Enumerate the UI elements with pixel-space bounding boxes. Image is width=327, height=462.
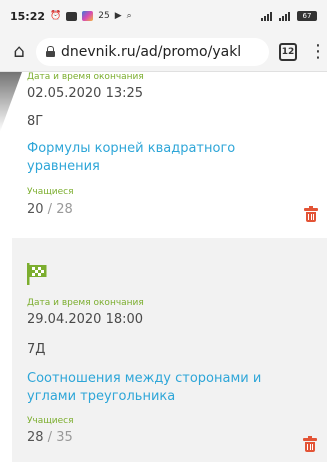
assignment-card: Дата и время окончания 02.05.2020 13:25 … bbox=[0, 72, 327, 232]
end-datetime-label: Дата и время окончания bbox=[27, 72, 144, 82]
search-icon: ⌕ bbox=[126, 11, 132, 21]
topic-link[interactable]: Формулы корней квадратного уравнения bbox=[27, 140, 235, 176]
signal-icon-2 bbox=[279, 11, 293, 21]
tab-switcher-button[interactable]: 12 bbox=[279, 42, 297, 61]
lock-icon bbox=[46, 46, 55, 57]
students-done: 28 bbox=[27, 430, 44, 445]
address-bar[interactable]: dnevnik.ru/ad/promo/yakl bbox=[36, 37, 269, 66]
message-icon bbox=[66, 11, 78, 21]
checkered-flag-icon bbox=[27, 263, 47, 285]
battery-icon: 67 bbox=[297, 11, 317, 21]
alarm-icon: ⏰ bbox=[50, 11, 62, 21]
topic-line-2: углами треугольника bbox=[27, 389, 176, 404]
students-count: 20 / 28 bbox=[27, 202, 73, 217]
signal-icon bbox=[261, 11, 275, 21]
status-bar: 15:22 ⏰ 25 ▶ ⌕ 67 bbox=[0, 0, 327, 32]
students-count: 28 / 35 bbox=[27, 430, 73, 445]
topic-line-2: уравнения bbox=[27, 159, 100, 174]
status-left: 15:22 ⏰ 25 ▶ ⌕ bbox=[10, 10, 132, 23]
students-total: 28 bbox=[56, 202, 73, 217]
end-datetime: 29.04.2020 18:00 bbox=[27, 312, 144, 327]
more-menu-button[interactable]: ⋮ bbox=[309, 42, 327, 61]
play-icon: ▶ bbox=[114, 11, 122, 21]
students-label: Учащиеся bbox=[27, 416, 74, 426]
end-datetime-label: Дата и время окончания bbox=[27, 298, 144, 308]
home-button[interactable]: ⌂ bbox=[8, 41, 30, 63]
topic-link[interactable]: Соотношения между сторонами и углами тре… bbox=[27, 370, 261, 406]
students-done: 20 bbox=[27, 202, 44, 217]
delete-trash-icon[interactable] bbox=[303, 436, 317, 452]
browser-toolbar: ⌂ dnevnik.ru/ad/promo/yakl 12 ⋮ bbox=[0, 32, 327, 72]
students-total: 35 bbox=[56, 430, 73, 445]
photos-icon bbox=[82, 11, 94, 21]
class-name: 7Д bbox=[27, 342, 46, 357]
students-label: Учащиеся bbox=[27, 187, 74, 197]
assignment-card: Дата и время окончания 29.04.2020 18:00 … bbox=[12, 238, 327, 462]
topic-line-1: Формулы корней квадратного bbox=[27, 141, 236, 156]
notification-count: 25 bbox=[98, 11, 110, 21]
topic-line-1: Соотношения между сторонами и bbox=[27, 371, 262, 386]
url-text: dnevnik.ru/ad/promo/yakl bbox=[61, 43, 242, 60]
assignment-list: Дата и время окончания 02.05.2020 13:25 … bbox=[0, 72, 327, 462]
status-right: 67 bbox=[261, 11, 317, 21]
class-name: 8Г bbox=[27, 114, 44, 129]
delete-trash-icon[interactable] bbox=[304, 206, 318, 222]
end-datetime: 02.05.2020 13:25 bbox=[27, 86, 144, 101]
status-time: 15:22 bbox=[10, 9, 46, 23]
